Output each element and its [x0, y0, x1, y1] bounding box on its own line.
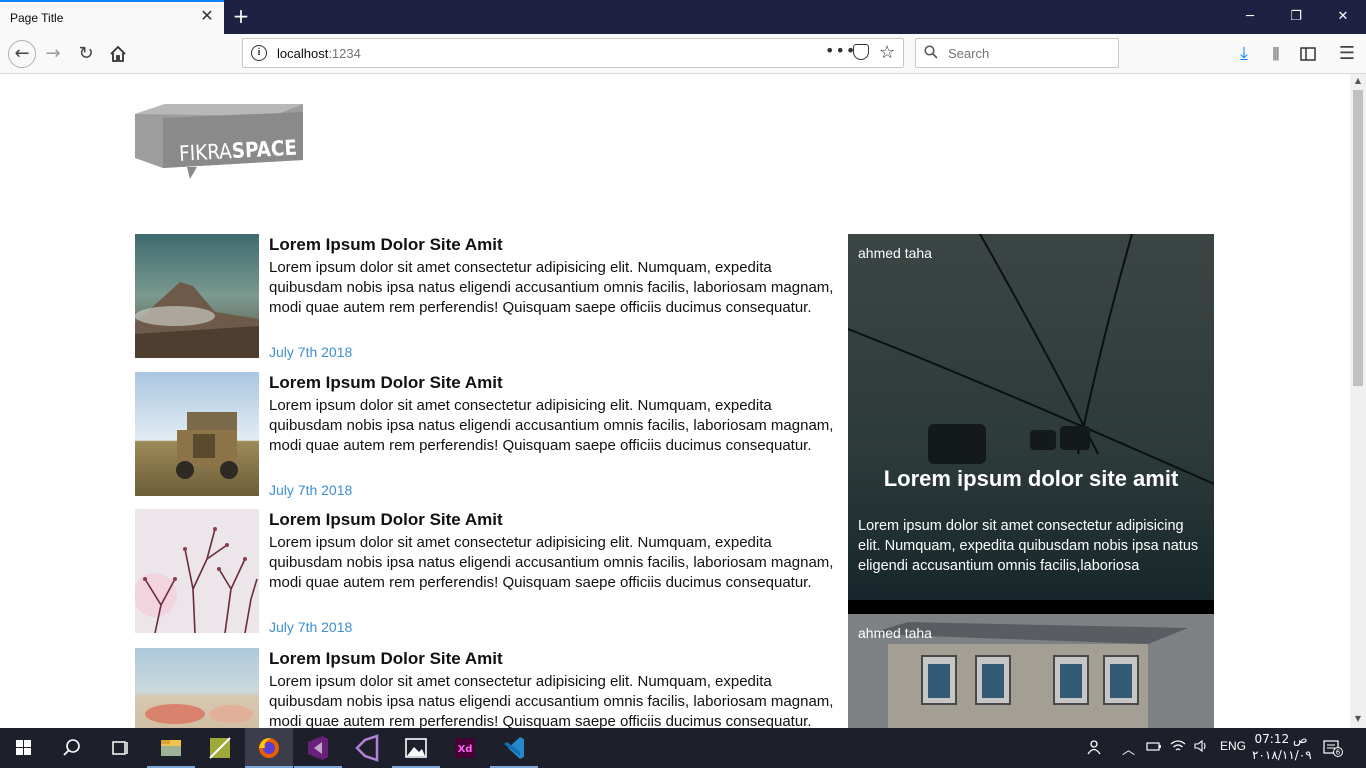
library-icon[interactable]: ⫼ — [1264, 42, 1288, 66]
post-excerpt: Lorem ipsum dolor sit amet consectetur a… — [269, 397, 834, 454]
adobe-xd-icon[interactable]: Xd — [441, 728, 489, 768]
scroll-up-icon[interactable]: ▲ — [1353, 76, 1363, 85]
sidebar-icon[interactable] — [1296, 42, 1320, 66]
fikraspace-logo[interactable]: FIKRASPACE — [135, 102, 305, 182]
post-title[interactable]: Lorem Ipsum Dolor Site Amit — [269, 510, 503, 530]
svg-text:6: 6 — [1336, 749, 1341, 757]
downloads-icon[interactable]: ⤓ — [1232, 42, 1256, 66]
tray-chevron-icon[interactable]: ︿ — [1122, 739, 1135, 758]
home-icon[interactable] — [106, 42, 130, 66]
post-title[interactable]: Lorem Ipsum Dolor Site Amit — [269, 649, 503, 669]
search-icon — [924, 45, 938, 59]
clock[interactable]: 07:12 ص ٢٠١٨/١١/٠٩ — [1252, 731, 1312, 763]
menu-icon[interactable]: ☰ — [1335, 42, 1359, 66]
vscode-icon[interactable] — [490, 728, 538, 768]
card-author[interactable]: ahmed taha — [858, 625, 932, 641]
start-icon[interactable] — [0, 728, 48, 768]
post-thumbnail-mountain — [135, 234, 259, 358]
language-indicator[interactable]: ENG — [1220, 739, 1246, 753]
browser-tab-strip: Page Title ✕ + ─ ❐ ✕ — [0, 0, 1366, 34]
people-icon[interactable] — [1086, 739, 1102, 759]
browser-tab[interactable]: Page Title ✕ — [0, 0, 224, 34]
post-title[interactable]: Lorem Ipsum Dolor Site Amit — [269, 235, 503, 255]
restore-icon[interactable]: ❐ — [1286, 7, 1306, 27]
action-center-icon[interactable]: 6 — [1322, 739, 1344, 761]
post-item[interactable]: Lorem Ipsum Dolor Site Amit Lorem ipsum … — [135, 234, 845, 360]
card-divider — [848, 600, 1214, 614]
wifi-icon[interactable] — [1170, 739, 1186, 757]
photos-icon[interactable] — [392, 728, 440, 768]
post-item[interactable]: Lorem Ipsum Dolor Site Amit Lorem ipsum … — [135, 648, 845, 728]
reload-icon[interactable]: ↻ — [74, 42, 98, 66]
page-actions-icon[interactable]: ••• — [825, 41, 856, 60]
svg-text:Xd: Xd — [458, 744, 473, 755]
featured-card[interactable]: ahmed taha — [848, 614, 1214, 728]
battery-icon[interactable] — [1146, 739, 1162, 757]
card-author[interactable]: ahmed taha — [858, 245, 932, 261]
volume-icon[interactable] — [1193, 739, 1209, 757]
page-viewport: FIKRASPACE Lorem Ipsum Dolor Site Amit L… — [0, 74, 1350, 728]
post-date[interactable]: July 7th 2018 — [269, 344, 352, 360]
file-explorer-icon[interactable] — [147, 728, 195, 768]
clock-time: 07:12 ص — [1254, 732, 1308, 746]
post-item[interactable]: Lorem Ipsum Dolor Site Amit Lorem ipsum … — [135, 509, 845, 635]
tools-app-icon[interactable] — [196, 728, 244, 768]
post-excerpt: Lorem ipsum dolor sit amet consectetur a… — [269, 673, 834, 728]
visual-studio-alt-icon[interactable] — [343, 728, 391, 768]
post-thumbnail-truck — [135, 372, 259, 496]
search-placeholder: Search — [948, 46, 990, 61]
tab-title: Page Title — [10, 11, 64, 25]
scroll-down-icon[interactable]: ▼ — [1353, 714, 1363, 723]
url-text: localhost:1234 — [277, 46, 361, 61]
post-date[interactable]: July 7th 2018 — [269, 619, 352, 635]
post-title[interactable]: Lorem Ipsum Dolor Site Amit — [269, 373, 503, 393]
search-taskbar-icon[interactable] — [48, 728, 96, 768]
pocket-icon[interactable] — [853, 44, 869, 60]
post-excerpt: Lorem ipsum dolor sit amet consectetur a… — [269, 259, 834, 316]
post-excerpt: Lorem ipsum dolor sit amet consectetur a… — [269, 534, 834, 591]
post-thumbnail-branches — [135, 509, 259, 633]
close-tab-icon[interactable]: ✕ — [199, 8, 215, 24]
url-bar[interactable]: i localhost:1234 ••• ☆ — [242, 38, 904, 68]
close-window-icon[interactable]: ✕ — [1333, 7, 1353, 27]
page-scrollbar[interactable]: ▲ ▼ — [1350, 74, 1366, 728]
post-thumbnail-beach — [135, 648, 259, 728]
clock-date: ٢٠١٨/١١/٠٩ — [1252, 748, 1312, 762]
firefox-icon[interactable] — [245, 728, 293, 768]
featured-card[interactable]: ahmed taha Lorem ipsum dolor site amit L… — [848, 234, 1214, 600]
card-title[interactable]: Lorem ipsum dolor site amit — [848, 466, 1214, 492]
task-view-icon[interactable] — [96, 728, 144, 768]
card-excerpt: Lorem ipsum dolor sit amet consectetur a… — [858, 518, 1199, 574]
visual-studio-icon[interactable] — [294, 728, 342, 768]
post-item[interactable]: Lorem Ipsum Dolor Site Amit Lorem ipsum … — [135, 372, 845, 498]
forward-icon[interactable]: → — [41, 42, 65, 66]
info-icon[interactable]: i — [251, 45, 267, 61]
new-tab-icon[interactable]: + — [230, 4, 252, 28]
navigation-toolbar: ← → ↻ i localhost:1234 ••• ☆ Search ⤓ ⫼ … — [0, 34, 1366, 74]
back-icon[interactable]: ← — [8, 40, 36, 68]
search-input[interactable]: Search — [915, 38, 1119, 68]
post-date[interactable]: July 7th 2018 — [269, 482, 352, 498]
bookmark-star-icon[interactable]: ☆ — [879, 42, 895, 63]
windows-taskbar: Xd ︿ ENG 07:12 ص ٢٠١٨/١١/٠٩ 6 — [0, 728, 1366, 768]
scroll-thumb[interactable] — [1353, 90, 1363, 386]
minimize-icon[interactable]: ─ — [1240, 7, 1260, 27]
